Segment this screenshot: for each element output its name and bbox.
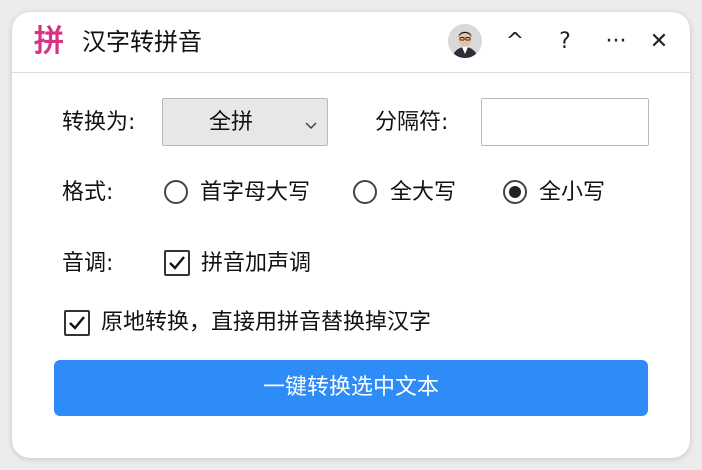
- close-button[interactable]: ✕: [643, 26, 675, 58]
- radio-capitalize-first[interactable]: [164, 180, 188, 204]
- title-bar[interactable]: 拼 汉字转拼音 ^ ? ··· ✕: [12, 12, 690, 73]
- separator-label: 分隔符:: [375, 110, 449, 135]
- convert-to-select[interactable]: 全拼: [162, 98, 328, 146]
- checkmark-icon: [69, 316, 85, 330]
- radio-all-uppercase-label[interactable]: 全大写: [390, 178, 456, 208]
- inplace-checkbox[interactable]: [64, 310, 90, 336]
- separator-input[interactable]: [481, 98, 649, 146]
- avatar-icon: [448, 24, 482, 58]
- radio-capitalize-first-label[interactable]: 首字母大写: [200, 178, 310, 208]
- convert-to-value: 全拼: [208, 110, 253, 135]
- help-button[interactable]: ?: [549, 26, 581, 58]
- user-avatar[interactable]: [448, 24, 482, 58]
- tone-label: 音调:: [62, 251, 114, 276]
- tone-checkbox[interactable]: [164, 250, 190, 276]
- radio-all-uppercase[interactable]: [353, 180, 377, 204]
- chevron-down-icon: [305, 115, 317, 134]
- more-icon: ···: [605, 29, 627, 54]
- collapse-button[interactable]: ^: [499, 26, 531, 58]
- convert-selected-text-button[interactable]: 一键转换选中文本: [54, 360, 648, 416]
- checkmark-icon: [169, 256, 185, 270]
- app-logo: 拼: [34, 24, 64, 59]
- radio-all-lowercase-label[interactable]: 全小写: [539, 178, 605, 208]
- more-button[interactable]: ···: [600, 26, 632, 58]
- inplace-checkbox-label[interactable]: 原地转换，直接用拼音替换掉汉字: [101, 308, 431, 338]
- convert-to-label: 转换为:: [62, 110, 136, 135]
- app-window: 拼 汉字转拼音 ^ ? ··· ✕ 转换为: 全拼 分隔符: 格式: 首字母大写…: [12, 12, 690, 458]
- close-icon: ✕: [649, 29, 669, 54]
- help-icon: ?: [559, 29, 571, 54]
- tone-checkbox-label[interactable]: 拼音加声调: [201, 249, 311, 279]
- window-title: 汉字转拼音: [82, 28, 202, 56]
- caret-up-icon: ^: [505, 29, 525, 54]
- format-label: 格式:: [62, 180, 114, 205]
- radio-all-lowercase[interactable]: [503, 180, 527, 204]
